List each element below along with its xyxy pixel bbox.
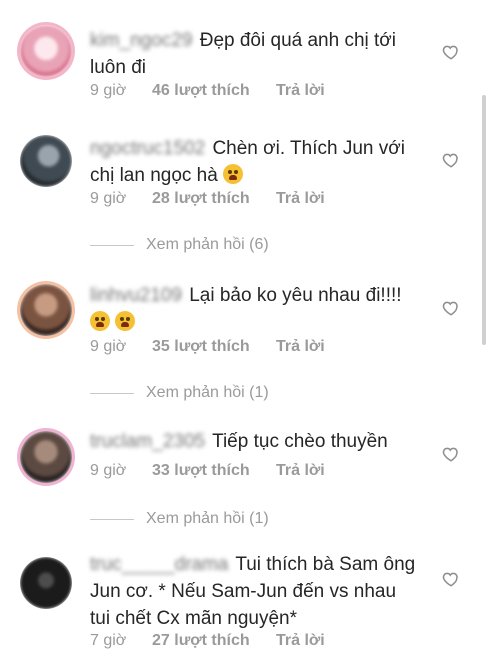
divider [90,518,134,520]
view-replies-label[interactable]: Xem phản hồi (1) [146,510,269,528]
comment-meta: 9 giờ 46 lượt thích Trả lời [90,82,325,100]
reply-button[interactable]: Trả lời [276,462,325,480]
comment-meta: 7 giờ 27 lượt thích Trả lời [90,632,325,650]
comment-likes[interactable]: 27 lượt thích [152,632,276,650]
comment-time: 9 giờ [90,462,127,479]
comment-username[interactable]: kim_ngoc29 [90,30,192,51]
reply-button[interactable]: Trả lời [276,82,325,100]
comment-body: Tiếp tục chèo thuyền [212,431,388,452]
heart-outline-icon[interactable] [442,445,460,463]
comment-meta: 9 giờ 28 lượt thích Trả lời [90,190,325,208]
comment-meta: 9 giờ 35 lượt thích Trả lời [90,338,325,356]
comment-likes[interactable]: 35 lượt thích [152,338,276,356]
comment-username[interactable]: truc_____drama [90,554,228,575]
comment-body: Lại bảo ko yêu nhau đi!!!! [189,285,402,306]
comment-username[interactable]: truclam_2305 [90,431,205,452]
reply-button[interactable]: Trả lời [276,190,325,208]
view-replies-label[interactable]: Xem phản hồi (1) [146,384,269,402]
heart-outline-icon[interactable] [442,570,460,588]
comment-text: kim_ngoc29 Đẹp đôi quá anh chị tới luôn … [90,27,420,81]
comment-meta: 9 giờ 33 lượt thích Trả lời [90,462,325,480]
divider [90,392,134,394]
comment-time: 7 giờ [90,632,127,649]
reply-button[interactable]: Trả lời [276,632,325,650]
view-replies-label[interactable]: Xem phản hồi (6) [146,236,269,254]
comment-time: 9 giờ [90,338,127,355]
view-replies[interactable]: Xem phản hồi (1) [90,384,269,402]
weary-emoji-icon [90,311,110,331]
comment-likes[interactable]: 33 lượt thích [152,462,276,480]
comment-username[interactable]: ngoctruc1502 [90,138,205,159]
reply-button[interactable]: Trả lời [276,338,325,356]
comment-text: linhvu2109 Lại bảo ko yêu nhau đi!!!! [90,282,420,336]
avatar[interactable] [20,557,72,609]
heart-outline-icon[interactable] [442,299,460,317]
divider [90,244,134,246]
comment-time: 9 giờ [90,190,127,207]
comment-text: ngoctruc1502 Chèn ơi. Thích Jun với chị … [90,135,420,189]
comment-time: 9 giờ [90,82,127,99]
comment-text: truc_____drama Tui thích bà Sam ông Jun … [90,551,420,632]
avatar[interactable] [20,431,72,483]
weary-emoji-icon [115,311,136,331]
comment-text: truclam_2305 Tiếp tục chèo thuyền [90,428,420,455]
heart-outline-icon[interactable] [442,151,460,169]
avatar[interactable] [20,135,72,187]
comment-likes[interactable]: 46 lượt thích [152,82,276,100]
comment-likes[interactable]: 28 lượt thích [152,190,276,208]
avatar[interactable] [20,25,72,77]
view-replies[interactable]: Xem phản hồi (1) [90,510,269,528]
comment-username[interactable]: linhvu2109 [90,285,182,306]
scrollbar[interactable] [482,95,486,345]
crying-emoji-icon [223,164,244,184]
view-replies[interactable]: Xem phản hồi (6) [90,236,269,254]
heart-outline-icon[interactable] [442,43,460,61]
avatar[interactable] [20,284,72,336]
